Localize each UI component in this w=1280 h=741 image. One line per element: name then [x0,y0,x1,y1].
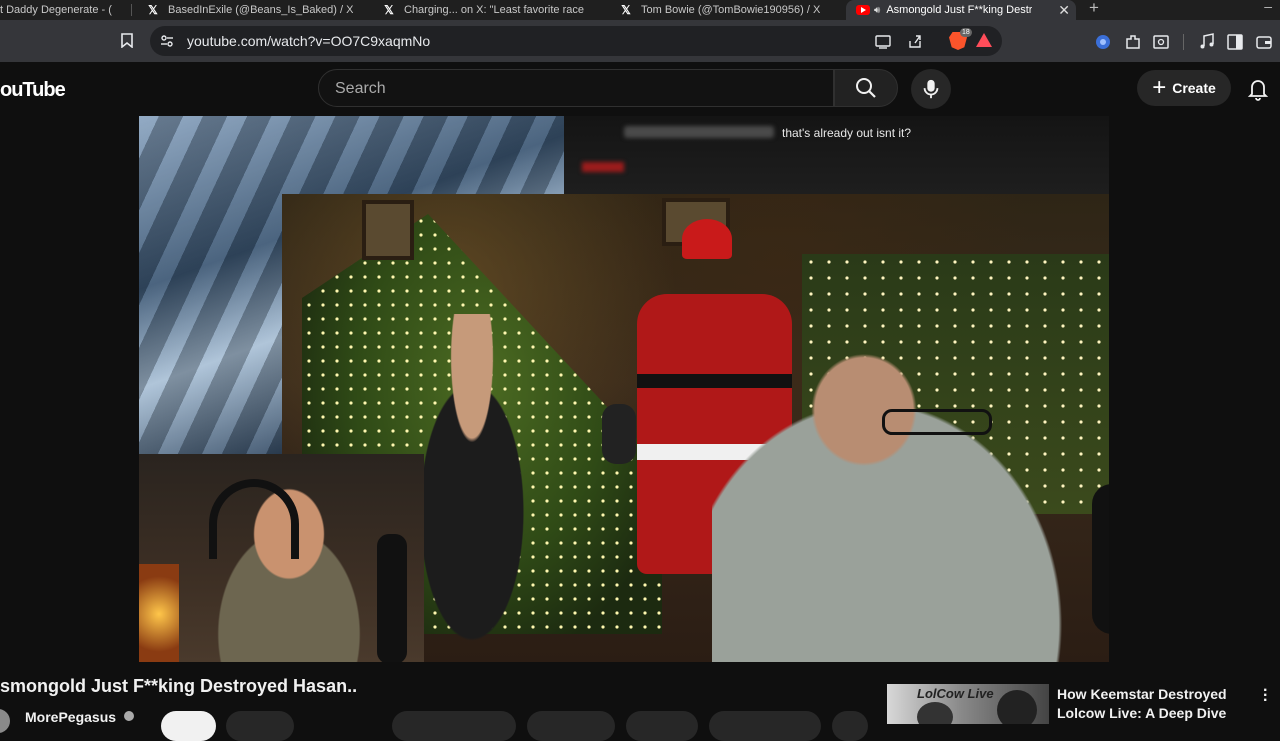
browser-tab-4[interactable]: 𝕏 Tom Bowie (@TomBowie190956) / X [619,0,833,20]
tab-title: Charging... on X: "Least favorite race [404,4,585,16]
voice-search-button[interactable] [911,69,951,109]
more-actions-button[interactable] [832,711,868,741]
minimize-icon[interactable]: – [1264,0,1272,14]
x-logo-icon: 𝕏 [384,3,394,17]
new-tab-icon[interactable]: + [1089,0,1099,18]
headphones [209,479,299,559]
search-icon [856,78,876,98]
vpn-extension-icon[interactable] [1094,33,1112,51]
tab-title: t Daddy Degenerate - ( [0,4,112,16]
share-button[interactable] [392,711,516,741]
youtube-favicon-icon [856,5,870,15]
streamer-webcam-overlay [139,454,424,662]
chat-badge-blurred [582,162,624,172]
search-button[interactable] [834,69,898,107]
wall-picture-frame [362,200,414,260]
guest-microphone [602,404,636,464]
santa-hat [682,219,732,259]
browser-tab-strip: t Daddy Degenerate - ( 𝕏 BasedInExile (@… [0,0,1280,20]
microphone-icon [923,79,939,99]
chat-message: that's already out isnt it? [782,126,912,140]
tab-title: Asmongold Just F**king Destr [886,4,1033,16]
chat-username-blurred [624,126,774,138]
browser-tab-3[interactable]: 𝕏 Charging... on X: "Least favorite race [382,0,596,20]
channel-avatar[interactable] [0,709,10,733]
url-text[interactable]: youtube.com/watch?v=OO7C9xaqmNo [187,33,430,49]
recommended-video-title[interactable]: How Keemstar Destroyed Lolcow Live: A De… [1057,685,1232,723]
host-microphone [1092,484,1109,634]
notifications-bell-icon[interactable] [1246,77,1270,101]
video-player[interactable]: that's already out isnt it? [139,116,1109,662]
tab-divider [131,4,132,16]
wallet-icon[interactable] [1255,33,1273,51]
shields-count-badge: 18 [960,28,972,37]
cast-icon[interactable] [875,33,891,49]
save-button[interactable] [709,711,821,741]
toolbar-divider [1183,34,1184,50]
x-logo-icon: 𝕏 [621,3,631,17]
create-button[interactable]: + Create [1137,70,1231,106]
lamp-light [139,564,179,662]
recommended-video-thumbnail[interactable]: LolCow Live [887,684,1049,724]
thumbnail-face [917,702,953,724]
like-button[interactable] [226,711,294,741]
speaker-icon[interactable]: 🔊︎ [874,5,880,16]
browser-toolbar: youtube.com/watch?v=OO7C9xaqmNo 18 [0,20,1280,62]
youtube-header: ouTube + Create [0,62,1280,116]
brave-rewards-icon[interactable] [976,33,992,47]
create-label: Create [1172,80,1216,96]
search-box[interactable] [318,69,834,107]
video-title: smongold Just F**king Destroyed Hasan.. [0,676,358,696]
share-icon[interactable] [907,33,923,49]
clip-button[interactable] [626,711,698,741]
extensions-puzzle-icon[interactable] [1124,33,1142,51]
channel-name[interactable]: MorePegasus [25,709,116,725]
youtube-logo[interactable]: ouTube [0,79,66,102]
browser-tab-1[interactable]: t Daddy Degenerate - ( [0,0,128,20]
search-input[interactable] [333,78,817,100]
plus-icon: + [1152,74,1167,101]
subscribe-button[interactable] [161,711,216,741]
more-options-icon[interactable]: · · · [1263,683,1268,709]
browser-tab-2[interactable]: 𝕏 BasedInExile (@Beans_Is_Baked) / X [146,0,360,20]
thumbnail-face [997,690,1037,724]
sidebar-toggle-icon[interactable] [1226,33,1244,51]
address-bar[interactable]: youtube.com/watch?v=OO7C9xaqmNo 18 [150,26,1002,56]
tab-title: Tom Bowie (@TomBowie190956) / X [641,4,821,16]
host-glasses [882,409,992,435]
host-person [712,344,1109,662]
x-logo-icon: 𝕏 [148,3,158,17]
site-info-icon[interactable] [160,34,174,48]
stream-chat-overlay: that's already out isnt it? [564,116,1109,194]
thumbnail-label: LolCow Live [917,686,994,701]
streamer-microphone [377,534,407,662]
tab-title: BasedInExile (@Beans_Is_Baked) / X [168,4,354,16]
tab-close-icon[interactable]: ✕ [1058,2,1070,19]
media-controls-icon[interactable] [1198,33,1216,51]
browser-tab-active[interactable]: 🔊︎ Asmongold Just F**king Destr ✕ [846,0,1076,20]
tab-search-icon[interactable] [1152,33,1170,51]
bookmark-icon[interactable] [121,33,133,48]
download-button[interactable] [527,711,615,741]
